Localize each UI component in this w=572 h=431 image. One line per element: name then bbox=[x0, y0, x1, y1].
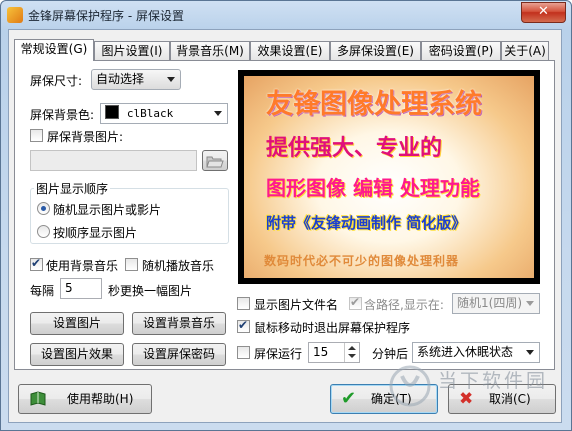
set-images-button[interactable]: 设置图片 bbox=[30, 312, 124, 335]
bg-image-checkbox[interactable] bbox=[30, 129, 43, 142]
chevron-down-icon bbox=[167, 77, 175, 82]
display-position-select[interactable]: 随机1(四周) bbox=[452, 293, 540, 314]
size-label: 屏保尺寸: bbox=[30, 74, 83, 88]
chevron-down-icon bbox=[526, 301, 534, 306]
preview-line-1: 友锋图像处理系统 bbox=[266, 89, 482, 120]
show-filename-label: 显示图片文件名 bbox=[254, 298, 339, 312]
random-music-checkbox[interactable] bbox=[125, 258, 138, 271]
run-checkbox[interactable] bbox=[237, 346, 250, 359]
preview-line-4: 附带《友锋动画制作 简化版》 bbox=[266, 214, 467, 232]
watermark-text: 当下软件园 bbox=[438, 370, 549, 392]
spin-up-icon[interactable] bbox=[348, 346, 356, 350]
preview-line-3: 图形图像 编辑 处理功能 bbox=[266, 176, 480, 200]
bg-color-select[interactable]: clBlack bbox=[100, 103, 228, 124]
preview-image: 友锋图像处理系统 提供强大、专业的 图形图像 编辑 处理功能 附带《友锋动画制作… bbox=[244, 76, 534, 278]
checkmark-icon: ✔ bbox=[341, 388, 357, 409]
watermark-logo-icon bbox=[389, 365, 431, 407]
exit-on-mouse-checkbox[interactable] bbox=[237, 318, 250, 333]
app-icon bbox=[7, 7, 23, 23]
run-minutes-value: 15 bbox=[313, 345, 329, 359]
color-swatch bbox=[105, 105, 119, 119]
set-effects-button[interactable]: 设置图片效果 bbox=[30, 343, 124, 366]
order-random-label: 随机显示图片或影片 bbox=[53, 203, 162, 217]
interval-prefix: 每隔 bbox=[30, 284, 55, 298]
screensaver-preview: 友锋图像处理系统 提供强大、专业的 图形图像 编辑 处理功能 附带《友锋动画制作… bbox=[238, 70, 540, 284]
tab-general[interactable]: 常规设置(G) bbox=[14, 39, 94, 61]
tab-about[interactable]: 关于(A) bbox=[501, 41, 549, 60]
interval-input[interactable]: 5 bbox=[60, 278, 102, 299]
tab-multi-screen[interactable]: 多屏保设置(E) bbox=[330, 41, 421, 60]
watermark: 当下软件园 bbox=[384, 362, 564, 412]
order-sequential-radio[interactable] bbox=[37, 225, 50, 238]
tab-effects[interactable]: 效果设置(E) bbox=[250, 41, 330, 60]
tab-password[interactable]: 密码设置(P) bbox=[421, 41, 501, 60]
size-select[interactable]: 自动选择 bbox=[91, 69, 181, 90]
spin-down-icon[interactable] bbox=[348, 354, 356, 358]
close-button[interactable]: ✕ bbox=[521, 2, 566, 23]
preview-line-5: 数码时代必不可少的图像处理利器 bbox=[264, 254, 460, 268]
bg-color-value: clBlack bbox=[126, 107, 174, 120]
bg-image-label: 屏保背景图片: bbox=[47, 130, 124, 144]
set-password-button[interactable]: 设置屏保密码 bbox=[132, 343, 226, 366]
order-random-radio[interactable] bbox=[37, 202, 50, 215]
bg-image-path-field[interactable] bbox=[30, 150, 197, 171]
tab-music[interactable]: 背景音乐(M) bbox=[170, 41, 250, 60]
display-position-value: 随机1(四周) bbox=[457, 296, 522, 310]
window-title: 金锋屏幕保护程序 - 屏保设置 bbox=[28, 9, 184, 23]
tab-images[interactable]: 图片设置(I) bbox=[94, 41, 170, 60]
run-minutes-suffix: 分钟后 bbox=[372, 347, 409, 361]
preview-line-2: 提供强大、专业的 bbox=[266, 136, 443, 161]
run-action-value: 系统进入休眠状态 bbox=[417, 345, 514, 359]
size-select-value: 自动选择 bbox=[96, 72, 145, 86]
random-music-label: 随机播放音乐 bbox=[142, 259, 215, 273]
book-icon bbox=[30, 391, 46, 406]
include-path-label: 含路径,显示在: bbox=[364, 298, 444, 312]
chevron-down-icon bbox=[526, 350, 534, 355]
run-minutes-input[interactable]: 15 bbox=[308, 342, 360, 363]
title-bar[interactable]: 金锋屏幕保护程序 - 屏保设置 ✕ bbox=[1, 1, 571, 29]
minutes-spinner[interactable] bbox=[344, 343, 359, 362]
folder-open-icon bbox=[206, 156, 224, 168]
exit-on-mouse-label: 鼠标移动时退出屏幕保护程序 bbox=[254, 321, 411, 335]
order-sequential-label: 按顺序显示图片 bbox=[53, 226, 138, 240]
help-label: 使用帮助(H) bbox=[67, 392, 134, 406]
bg-color-label: 屏保背景色: bbox=[30, 108, 95, 122]
browse-button[interactable] bbox=[202, 150, 228, 171]
help-button[interactable]: 使用帮助(H) bbox=[18, 384, 152, 414]
set-music-button[interactable]: 设置背景音乐 bbox=[132, 312, 226, 335]
use-music-checkbox[interactable] bbox=[30, 256, 43, 271]
order-group-title: 图片显示顺序 bbox=[34, 180, 111, 197]
run-action-select[interactable]: 系统进入休眠状态 bbox=[412, 342, 540, 363]
interval-suffix: 秒更换一幅图片 bbox=[108, 284, 193, 298]
use-music-label: 使用背景音乐 bbox=[46, 259, 119, 273]
run-label: 屏保运行 bbox=[254, 347, 303, 361]
include-path-checkbox[interactable] bbox=[349, 295, 362, 310]
chevron-down-icon bbox=[214, 111, 222, 116]
show-filename-checkbox[interactable] bbox=[237, 297, 250, 310]
